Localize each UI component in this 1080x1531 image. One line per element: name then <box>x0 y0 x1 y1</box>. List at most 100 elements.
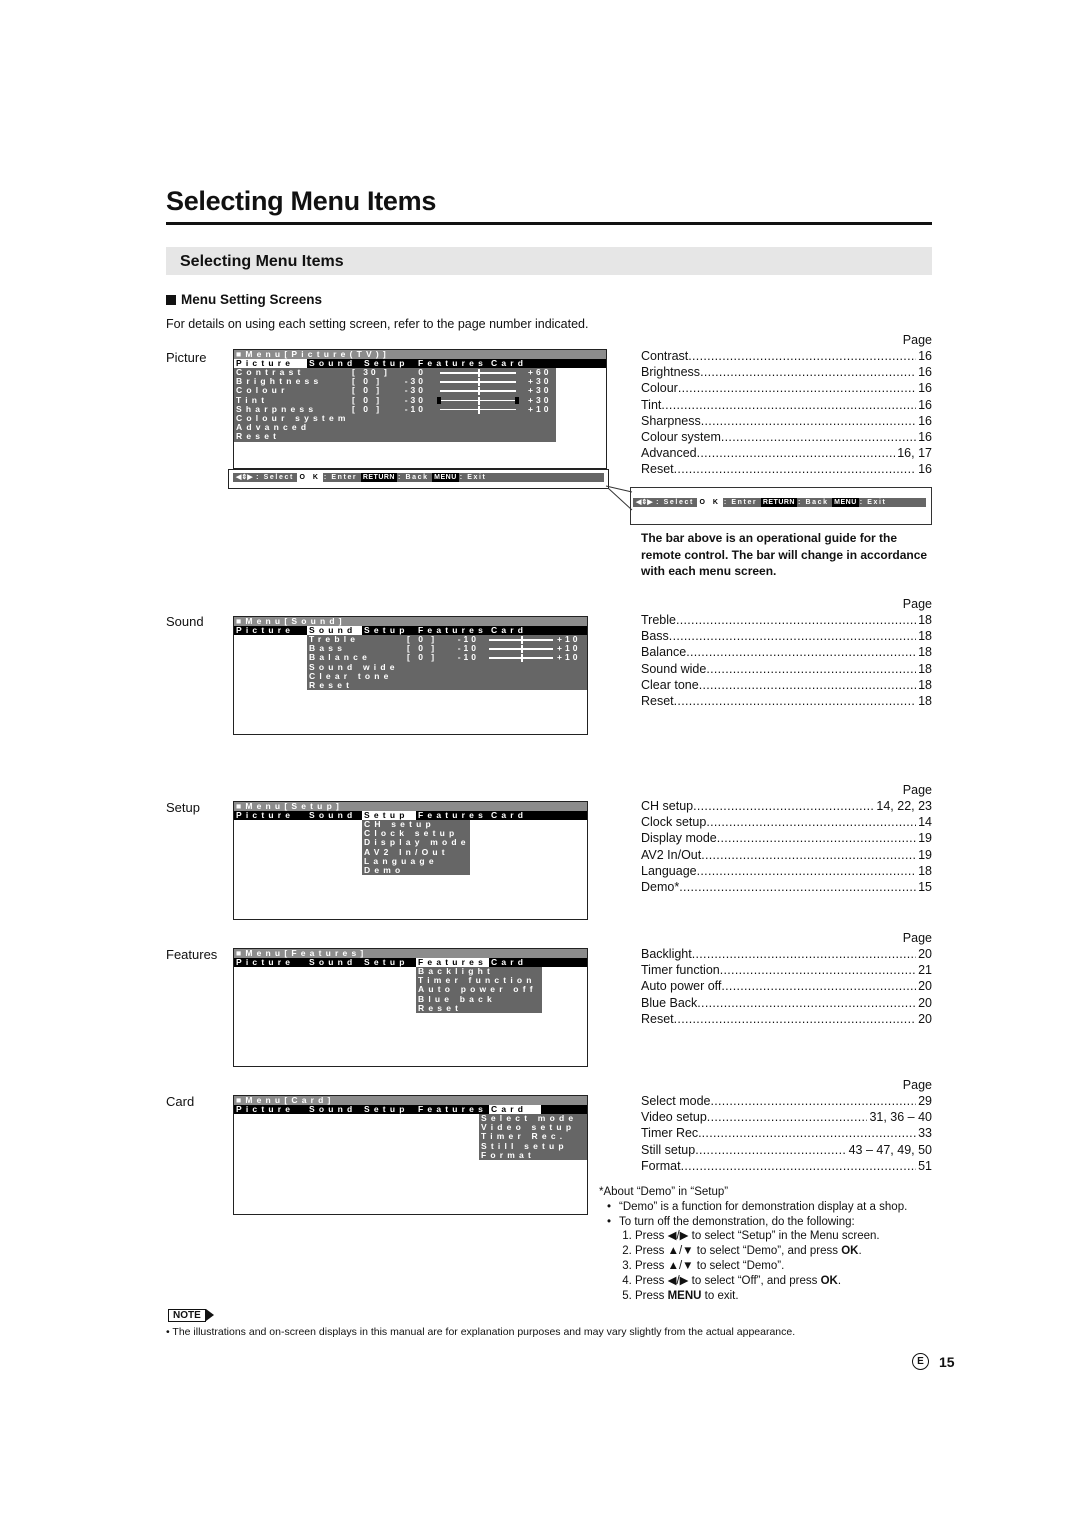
osd-item[interactable]: Reset <box>307 679 587 690</box>
osd-card-menu: ■Menu[Card] Picture Sound Setup Features Card… <box>233 1095 588 1215</box>
page-ref-number: 31, 36 – 40 <box>869 1110 932 1125</box>
guide-enter-label: : Enter <box>723 499 761 506</box>
osd-sound-menu: ■Menu[Sound] Picture Sound Setup Features Car… <box>233 616 588 735</box>
page-reference-item: Auto power off 20 <box>641 978 932 994</box>
page-ref-label: Colour system <box>641 429 721 444</box>
osd-tab-sound[interactable]: Sound <box>307 811 362 820</box>
page-ref-number: 16 <box>918 413 932 428</box>
page-reference-item: Balance 18 <box>641 644 932 660</box>
leader-dots <box>702 1125 916 1141</box>
slider-max-label: +10 <box>528 403 552 414</box>
page-ref-number: 43 – 47, 49, 50 <box>848 1142 932 1157</box>
page-ref-label: Backlight <box>641 947 692 961</box>
osd-tab-card[interactable]: Card <box>489 626 541 635</box>
demo-step: Press ◀/▶ to select “Setup” in the Menu … <box>635 1229 939 1244</box>
osd-slider <box>489 654 553 663</box>
page-reference-item: Reset 20 <box>641 1011 932 1027</box>
page-title: Selecting Menu Items <box>166 186 437 216</box>
leader-dots <box>686 644 916 660</box>
page-ref-number: 20 <box>918 995 932 1010</box>
osd-tab-bar: Picture Sound Setup Features Card <box>234 958 587 967</box>
page-reference-item: Advanced 16, 17 <box>641 445 932 461</box>
page-ref-label: Clock setup <box>641 815 707 830</box>
osd-item[interactable]: Treble[ 0 ] -10 +10 <box>307 634 587 644</box>
page-reference-item: AV2 In/Out 19 <box>641 847 932 863</box>
page-reference-item: Clock setup 14 <box>641 814 932 830</box>
osd-item-label: Reset <box>309 679 354 690</box>
demo-steps: Press ◀/▶ to select “Setup” in the Menu … <box>619 1229 939 1303</box>
leader-dots <box>674 461 916 477</box>
page-ref-label: Reset <box>641 1011 674 1026</box>
page-list-card: PageSelect mode29Video setup31, 36 – 40T… <box>641 1077 932 1174</box>
subsection-title: Menu Setting Screens <box>181 292 323 307</box>
menu-key-icon: MENU <box>432 473 459 482</box>
guide-back-label: : Back <box>797 499 833 506</box>
osd-tab-card[interactable]: Card <box>489 958 541 967</box>
osd-tab-card[interactable]: Card <box>489 811 541 820</box>
osd-item[interactable]: Format <box>479 1149 587 1160</box>
page-ref-number: 15 <box>918 879 932 894</box>
page-reference-item: Colour system 16 <box>641 429 932 445</box>
page-ref-number: 18 <box>918 661 932 676</box>
osd-item[interactable]: Demo <box>362 865 470 875</box>
page-ref-label: Contrast <box>641 349 689 363</box>
osd-slider <box>440 405 516 414</box>
return-key-icon: RETURN <box>360 473 397 482</box>
osd-tab-picture[interactable]: Picture <box>234 811 307 820</box>
left-right-arrow-icon: ◀/▶ <box>667 1230 689 1243</box>
osd-item[interactable]: Advanced <box>234 423 556 432</box>
screen-label-card: Card <box>166 1094 195 1109</box>
slider-max-label: +10 <box>557 652 581 663</box>
slider-thumb <box>478 396 480 405</box>
leader-dots <box>697 445 896 461</box>
osd-tab-sound[interactable]: Sound <box>307 958 362 967</box>
page-list-picture: Page Contrast 16 Brightness 16 Colour 16 Tint 16… <box>641 332 932 478</box>
osd-item-label: Format <box>481 1149 536 1160</box>
slider-end-marker <box>515 396 519 404</box>
page-ref-label: Clear tone <box>641 677 699 692</box>
page-ref-number: 20 <box>918 979 932 994</box>
osd-tab-picture[interactable]: Picture <box>234 958 307 967</box>
osd-tab-setup[interactable]: Setup <box>362 1105 416 1114</box>
leader-dots <box>700 364 916 380</box>
page-ref-number: 19 <box>918 831 932 846</box>
page-ref-number: 14 <box>918 815 932 830</box>
page-ref-number: 16 <box>918 349 932 363</box>
page-reference-item: Bass 18 <box>641 628 932 644</box>
page-list-sound: PageTreble18Bass18Balance18Sound wide18C… <box>641 596 932 709</box>
page-ref-label: Brightness <box>641 365 701 380</box>
page-reference-item: Still setup 43 – 47, 49, 50 <box>641 1142 932 1158</box>
leader-dots <box>697 863 916 879</box>
leader-dots <box>674 1011 916 1027</box>
osd-item[interactable]: Reset <box>416 1003 542 1013</box>
square-bullet-icon <box>166 294 176 305</box>
osd-slider <box>440 378 516 387</box>
osd-tab-picture[interactable]: Picture <box>234 626 307 635</box>
page-ref-number: 14, 22, 23 <box>876 799 932 813</box>
page-reference-item: Language 18 <box>641 863 932 879</box>
page-reference-item: Reset 18 <box>641 693 932 709</box>
menu-key-icon: MENU <box>832 498 859 507</box>
osd-tab-sound[interactable]: Sound <box>307 1105 362 1114</box>
leader-dots <box>692 946 916 962</box>
left-right-arrow-icon: ◀/▶ <box>667 1274 689 1287</box>
osd-tab-setup[interactable]: Setup <box>362 958 416 967</box>
osd-tab-picture[interactable]: Picture <box>234 1105 307 1114</box>
leader-dots <box>681 1158 917 1174</box>
page-ref-number: 19 <box>918 847 932 862</box>
leader-dots <box>710 1093 916 1109</box>
leader-dots <box>676 612 916 628</box>
osd-tab-features[interactable]: Features <box>416 1105 489 1114</box>
osd-item-panel: Treble[ 0 ] -10 +10 Bass[ 0 ] -10 +10 Balance[… <box>307 634 587 691</box>
page-reference-item: Brightness 16 <box>641 364 932 380</box>
osd-slider <box>440 369 516 377</box>
osd-item[interactable]: Reset <box>234 432 556 441</box>
osd-item[interactable]: Colour[ 0 ] -30 +30 <box>234 386 556 396</box>
osd-item-panel: Select mode Video setup Timer Rec. Still se… <box>479 1113 587 1160</box>
page-reference-item: Timer function 21 <box>641 962 932 978</box>
osd-slider <box>440 387 516 396</box>
page-ref-number: 18 <box>918 629 932 644</box>
page-ref-number: 20 <box>918 947 932 961</box>
page-column-header: Page <box>902 333 932 347</box>
osd-tab-features[interactable]: Features <box>416 359 489 368</box>
